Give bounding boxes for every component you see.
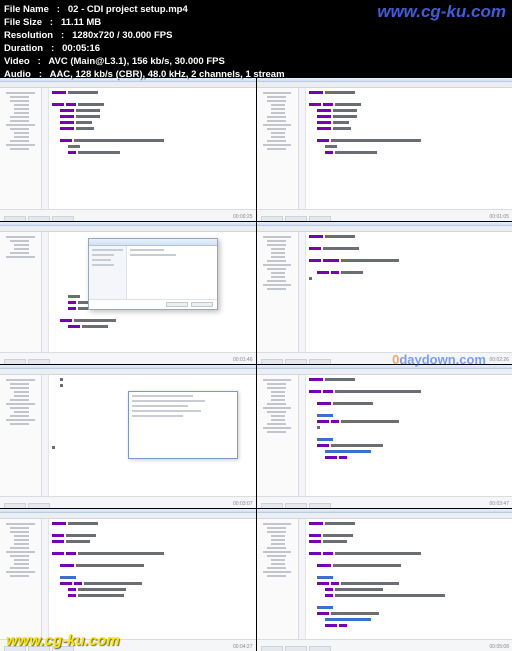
code-editor[interactable] [42,375,256,496]
timestamp: 00:05:08 [490,644,509,650]
servers-tab[interactable] [309,503,331,508]
media-info-panel: File Name : 02 - CDI project setup.mp4 F… [4,3,285,81]
line-gutter [299,375,306,496]
timestamp: 00:01:46 [233,357,252,363]
project-explorer[interactable] [0,232,42,353]
watermark-bottom: www.cg-ku.com [6,632,120,649]
code-editor[interactable] [299,375,512,496]
code-editor[interactable] [299,232,512,353]
thumbnail-2[interactable]: 00:01:05 [257,78,512,221]
line-gutter [299,232,306,353]
problems-tab[interactable] [28,359,50,364]
thumbnail-8[interactable]: 00:05:08 [257,509,512,651]
ok-button[interactable] [166,302,188,307]
info-row-filename: File Name : 02 - CDI project setup.mp4 [4,3,285,16]
watermark-mid: 0daydown.com [392,352,486,367]
servers-tab[interactable] [309,359,331,364]
cancel-button[interactable] [191,302,213,307]
line-gutter [42,375,49,496]
timestamp: 00:02:26 [490,357,509,363]
console-tab[interactable] [261,503,283,508]
info-row-audio: Audio : AAC, 128 kb/s (CBR), 48.0 kHz, 2… [4,68,285,81]
line-gutter [42,88,49,209]
line-gutter [42,519,49,640]
console-tab[interactable] [261,216,283,221]
timestamp: 00:03:07 [233,501,252,507]
console-tab[interactable] [4,359,26,364]
info-row-filesize: File Size : 11.11 MB [4,16,285,29]
project-explorer[interactable] [0,88,42,209]
console-tab[interactable] [4,503,26,508]
line-gutter [42,232,49,353]
problems-tab[interactable] [285,503,307,508]
info-row-duration: Duration : 00:05:16 [4,42,285,55]
servers-tab[interactable] [309,646,331,651]
project-explorer[interactable] [0,519,42,640]
problems-tab[interactable] [28,503,50,508]
thumbnail-4[interactable]: 00:02:26 [257,222,512,365]
project-explorer[interactable] [257,519,299,640]
line-gutter [299,519,306,640]
code-editor[interactable] [42,519,256,640]
dialog-content[interactable] [127,246,217,299]
dialog-titlebar [89,239,217,246]
timestamp: 00:01:05 [490,214,509,220]
line-gutter [299,88,306,209]
thumbnail-5[interactable]: 00:03:07 [0,365,256,508]
properties-dialog[interactable] [88,238,218,310]
project-explorer[interactable] [257,232,299,353]
console-tab[interactable] [261,359,283,364]
project-explorer[interactable] [257,88,299,209]
project-explorer[interactable] [257,375,299,496]
code-editor[interactable] [42,88,256,209]
timestamp: 00:04:27 [233,644,252,650]
problems-tab[interactable] [285,646,307,651]
servers-tab[interactable] [309,216,331,221]
problems-tab[interactable] [285,216,307,221]
servers-tab[interactable] [52,216,74,221]
code-editor[interactable] [42,232,256,353]
problems-tab[interactable] [285,359,307,364]
code-editor[interactable] [299,519,512,640]
thumbnail-7[interactable]: 00:04:27 [0,509,256,651]
timestamp: 00:03:47 [490,501,509,507]
problems-tab[interactable] [28,216,50,221]
autocomplete-popup[interactable] [128,391,238,459]
console-tab[interactable] [4,216,26,221]
console-tab[interactable] [261,646,283,651]
code-editor[interactable] [299,88,512,209]
project-explorer[interactable] [0,375,42,496]
timestamp: 00:00:25 [233,214,252,220]
info-row-resolution: Resolution : 1280x720 / 30.000 FPS [4,29,285,42]
watermark-top: www.cg-ku.com [377,2,506,22]
dialog-tree[interactable] [89,246,127,299]
thumbnail-1[interactable]: 00:00:25 [0,78,256,221]
info-row-video: Video : AVC (Main@L3.1), 156 kb/s, 30.00… [4,55,285,68]
thumbnail-3[interactable]: 00:01:46 [0,222,256,365]
thumbnail-6[interactable]: 00:03:47 [257,365,512,508]
